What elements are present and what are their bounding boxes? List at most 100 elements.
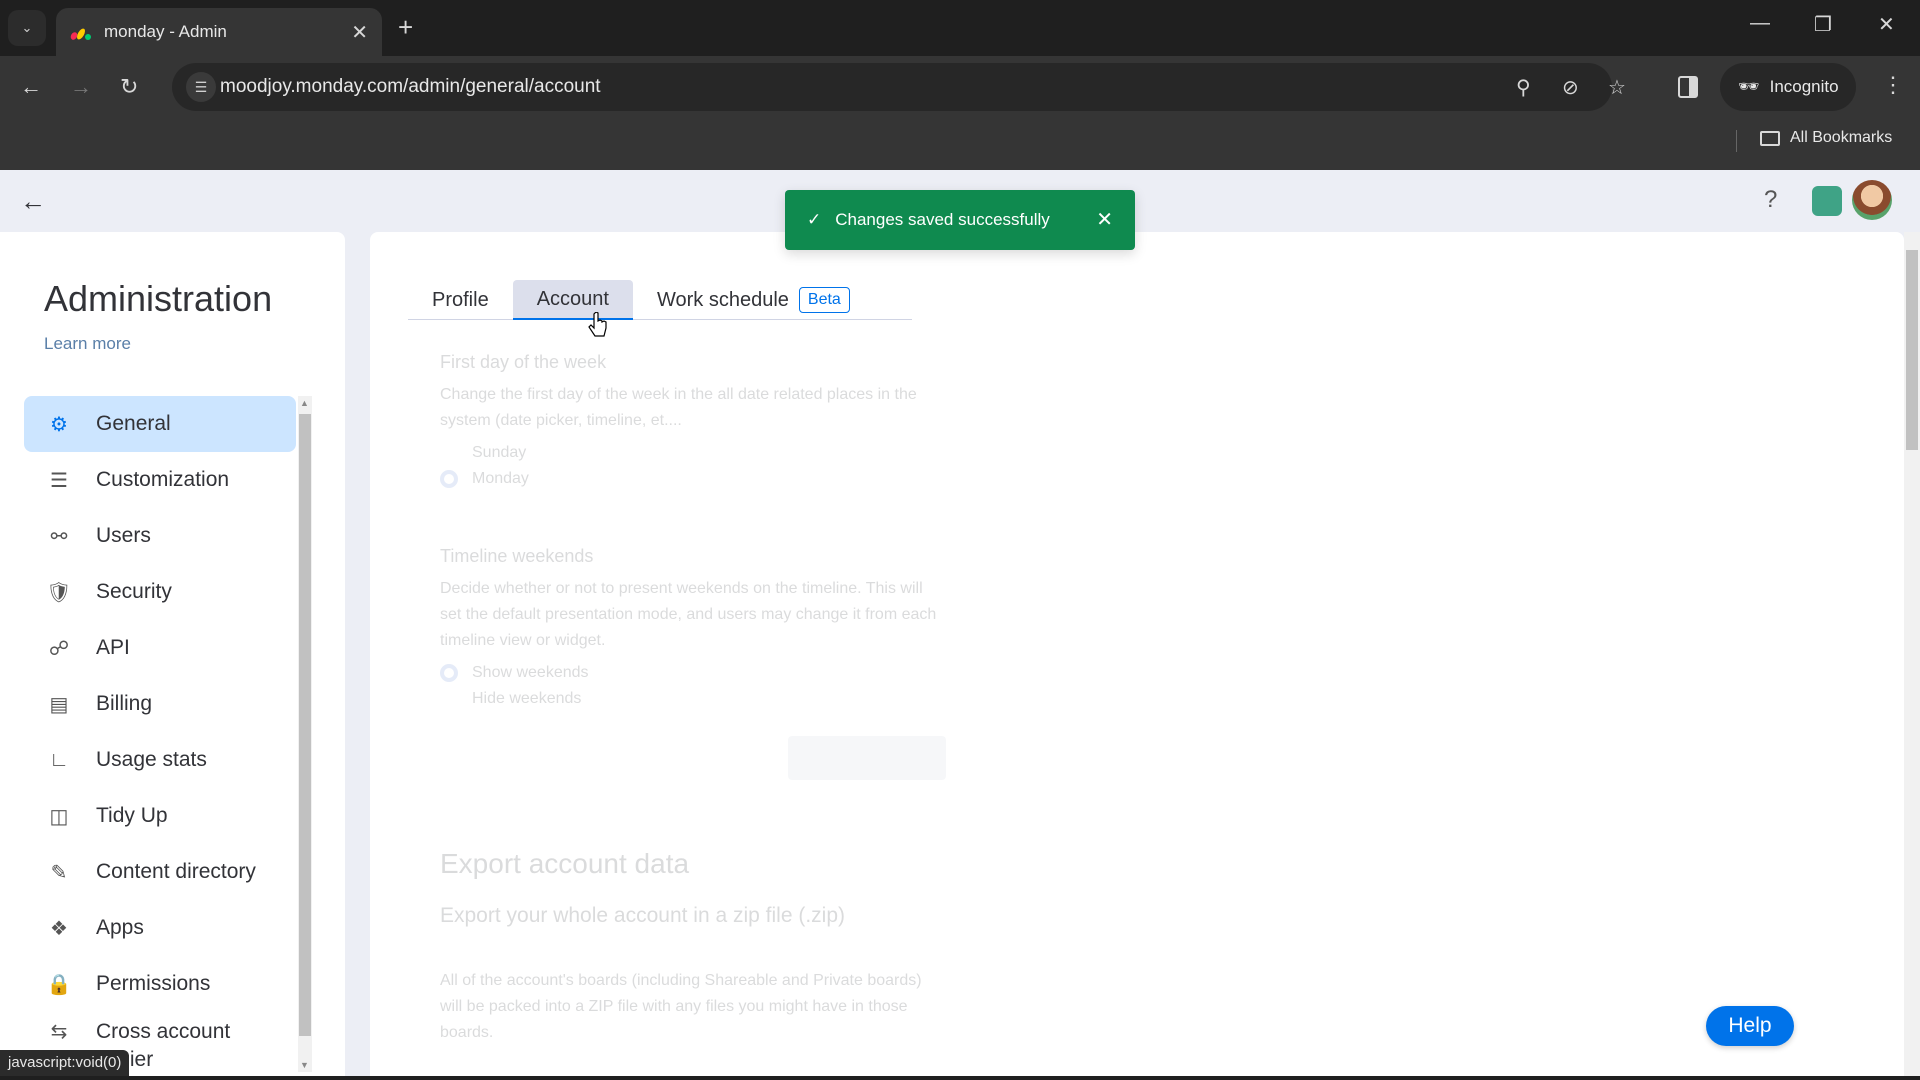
sidebar-scroll-thumb[interactable] [299,414,311,1036]
sidebar-item-apps[interactable]: ❖ Apps [24,900,296,956]
export-subtitle: Export your whole account in a zip file … [440,904,846,927]
radio-hide-weekends[interactable]: Hide weekends [440,690,581,708]
main-scroll-thumb[interactable] [1906,250,1918,450]
all-bookmarks-label: All Bookmarks [1790,129,1893,146]
sidebar-item-customization[interactable]: ☰ Customization [24,452,296,508]
sidebar-item-permissions[interactable]: 🔒 Permissions [24,956,296,1012]
shield-icon: 🛡 [46,581,72,604]
site-info-icon[interactable]: ☰ [186,72,216,102]
browser-tabstrip: ⌄ monday - Admin ✕ + — ❐ ✕ [0,0,1920,56]
workspace-icon[interactable] [1812,186,1842,216]
learn-more-link[interactable]: Learn more [44,334,131,354]
url-text[interactable]: moodjoy.monday.com/admin/general/account [220,76,601,98]
all-bookmarks-button[interactable]: All Bookmarks [1760,129,1892,147]
eye-off-icon[interactable]: ⊘ [1562,75,1579,100]
sidebar-item-tidy-up[interactable]: ◫ Tidy Up [24,788,296,844]
beta-badge: Beta [798,287,850,313]
radio-button-selected[interactable] [440,470,458,488]
browser-menu-icon[interactable]: ⋮ [1882,72,1904,98]
back-arrow-icon[interactable]: ← [20,186,46,217]
sidebar-item-label: Billing [96,692,153,715]
sidebar-item-label: Tidy Up [96,804,168,827]
sidebar-item-usage-stats[interactable]: ∟ Usage stats [24,732,296,788]
sliders-icon: ☰ [50,469,68,492]
status-bar-url: javascript:void(0) [0,1050,130,1078]
first-day-title: First day of the week [440,352,607,372]
save-button[interactable] [788,736,946,780]
star-icon[interactable]: ☆ [1608,75,1626,100]
hand-cursor-icon [588,312,607,337]
export-description: All of the account's boards (including S… [440,972,922,1041]
sidebar-item-security[interactable]: 🛡 Security [24,564,296,620]
sidebar-item-api[interactable]: ☍ API [24,620,296,676]
close-window-icon[interactable]: ✕ [1878,12,1895,37]
sidebar-item-billing[interactable]: ▤ Billing [24,676,296,732]
zoom-icon[interactable]: ⚲ [1516,75,1531,100]
success-toast: ✓ Changes saved successfully ✕ [785,190,1135,250]
help-button[interactable]: Help [1706,1006,1794,1046]
minimize-icon[interactable]: — [1750,12,1770,35]
sidebar-item-label: Usage stats [96,748,207,771]
help-question-icon[interactable]: ? [1764,186,1777,214]
puzzle-icon: ❖ [50,917,68,940]
tab-search-button[interactable]: ⌄ [8,10,46,46]
timeline-weekends-title: Timeline weekends [440,546,594,566]
tab-title: monday - Admin [104,22,227,41]
radio-sunday[interactable]: Sunday [440,444,526,462]
sidebar-item-label: Users [96,524,151,547]
side-panel-icon[interactable] [1678,76,1698,98]
sidebar-item-label: Customization [96,468,230,491]
radio-button[interactable] [440,444,458,462]
scroll-up-arrow-icon[interactable]: ▲ [300,398,309,408]
close-tab-icon[interactable]: ✕ [351,20,368,45]
radio-show-weekends[interactable]: Show weekends [440,664,589,682]
tab-label: Profile [432,288,489,311]
sidebar-item-content-directory[interactable]: ✎ Content directory [24,844,296,900]
incognito-icon: 🕶 [1738,77,1760,96]
bookmarks-divider [1736,130,1737,152]
tab-work-schedule[interactable]: Work schedule Beta [633,280,874,320]
app-area: ← ? Administration Learn more ⚙ General … [0,170,1920,1080]
tab-profile[interactable]: Profile [408,280,513,320]
first-day-description: Change the first day of the week in the … [440,386,917,429]
browser-tab[interactable]: monday - Admin ✕ [56,8,382,56]
browser-toolbar: ← → ↻ ☰ moodjoy.monday.com/admin/general… [0,56,1920,120]
sidebar-item-label: API [96,636,130,659]
sidebar-item-label: Apps [96,916,144,939]
sidebar-nav: ⚙ General ☰ Customization ⚯ Users 🛡 Secu… [24,396,296,1071]
close-toast-icon[interactable]: ✕ [1096,207,1113,232]
timeline-weekends-description: Decide whether or not to present weekend… [440,580,937,649]
radio-label: Show weekends [472,664,589,681]
tab-label: Work schedule [656,288,789,311]
settings-tabs: Profile Account Work schedule Beta [408,280,912,320]
sidebar-item-label: Security [96,580,172,603]
sidebar-scrollbar[interactable]: ▲ ▼ [298,396,312,1072]
check-icon: ✓ [807,210,822,229]
credit-card-icon: ▤ [49,693,69,716]
radio-button[interactable] [440,690,458,708]
sidebar-item-general[interactable]: ⚙ General [24,396,296,452]
copy-arrows-icon: ⇆ [50,1021,68,1043]
new-tab-button[interactable]: + [398,12,413,43]
reload-icon[interactable]: ↻ [120,74,138,100]
chevron-down-icon: ⌄ [21,20,33,35]
address-bar[interactable]: ☰ moodjoy.monday.com/admin/general/accou… [172,63,1626,111]
main-scrollbar[interactable] [1904,232,1920,1080]
radio-monday[interactable]: Monday [440,470,529,488]
incognito-badge[interactable]: 🕶 Incognito [1720,63,1856,111]
sidebar-item-label: General [96,412,171,435]
sidebar-item-users[interactable]: ⚯ Users [24,508,296,564]
radio-button-selected[interactable] [440,664,458,682]
bottom-edge [0,1076,1920,1080]
users-icon: ⚯ [50,525,68,548]
back-icon[interactable]: ← [20,74,42,100]
gear-icon: ⚙ [50,413,68,436]
forward-icon[interactable]: → [70,74,92,100]
restore-icon[interactable]: ❐ [1814,12,1832,37]
lock-icon: 🔒 [46,973,72,996]
scroll-down-arrow-icon[interactable]: ▼ [300,1060,309,1070]
tab-account[interactable]: Account [512,280,633,320]
shredder-icon: ◫ [49,805,69,828]
avatar[interactable] [1852,180,1892,220]
radio-label: Sunday [472,444,527,461]
